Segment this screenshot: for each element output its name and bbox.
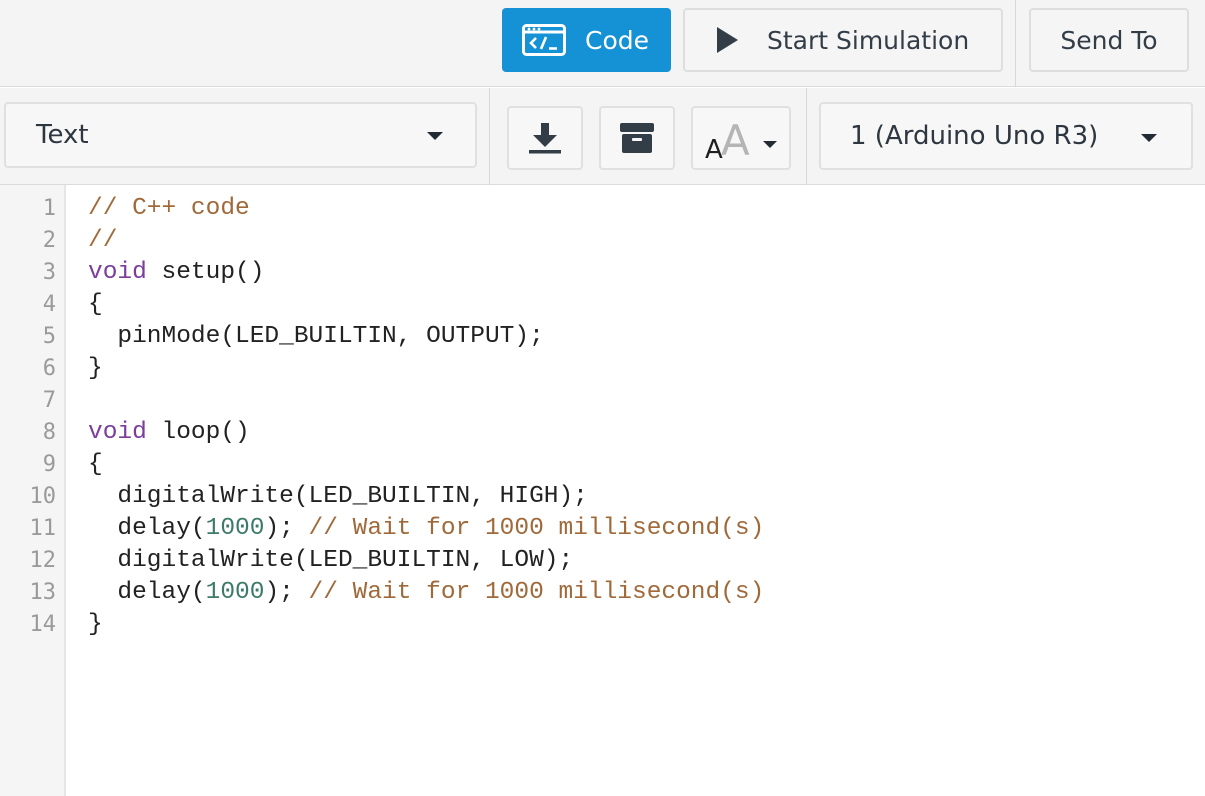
- start-simulation-button[interactable]: Start Simulation: [683, 8, 1003, 72]
- code-line[interactable]: void loop(): [88, 417, 250, 449]
- line-number: 10: [29, 484, 57, 509]
- code-token: loop(): [146, 419, 250, 446]
- code-token: // C++ code: [88, 195, 250, 222]
- line-number: 1: [42, 196, 56, 221]
- code-line[interactable]: //: [88, 225, 117, 257]
- line-number: 5: [42, 324, 56, 349]
- components-button[interactable]: [599, 106, 675, 170]
- code-token: pinMode(LED_BUILTIN, OUTPUT);: [88, 323, 544, 350]
- line-number: 6: [42, 356, 56, 381]
- components-box-icon: [618, 121, 656, 155]
- code-button[interactable]: Code: [502, 8, 671, 72]
- send-to-label: Send To: [1060, 25, 1158, 55]
- download-code-button[interactable]: [507, 106, 583, 170]
- code-button-label: Code: [585, 25, 650, 55]
- board-select[interactable]: 1 (Arduino Uno R3): [819, 102, 1193, 170]
- download-icon: [527, 121, 563, 155]
- font-size-icon: A A: [701, 115, 781, 161]
- code-token: void: [88, 259, 147, 286]
- play-icon: [715, 26, 739, 54]
- code-token: }: [88, 611, 103, 638]
- code-line[interactable]: }: [88, 353, 103, 385]
- font-size-button[interactable]: A A: [691, 106, 791, 170]
- code-line[interactable]: // C++ code: [88, 193, 250, 225]
- code-editor[interactable]: 1 2 3 4 5 6 7 8 9 10 11 12 13 14 // C++ code//void se…: [0, 185, 1205, 796]
- code-token: // Wait for 1000 millisecond(s): [308, 579, 765, 606]
- line-number: 3: [42, 260, 56, 285]
- chevron-down-icon: [1141, 134, 1157, 142]
- code-line[interactable]: {: [88, 289, 103, 321]
- code-line[interactable]: digitalWrite(LED_BUILTIN, HIGH);: [88, 481, 588, 513]
- code-token: );: [264, 579, 309, 606]
- header-divider: [1015, 0, 1016, 87]
- editor-mode-select[interactable]: Text: [4, 102, 477, 168]
- line-number: 14: [29, 612, 57, 637]
- line-number: 7: [42, 388, 56, 413]
- editor-toolbar: Text A A 1 (Arduino Uno R3): [0, 88, 1205, 185]
- code-token: );: [264, 515, 309, 542]
- code-line[interactable]: delay(1000); // Wait for 1000 millisecon…: [88, 577, 764, 609]
- code-token: 1000: [205, 515, 265, 542]
- code-token: void: [88, 419, 147, 446]
- code-token: }: [88, 355, 103, 382]
- line-number: 13: [29, 580, 57, 605]
- start-simulation-label: Start Simulation: [767, 25, 970, 55]
- code-token: //: [88, 227, 118, 254]
- svg-text:A: A: [721, 116, 750, 161]
- code-token: setup(): [146, 259, 265, 286]
- code-token: {: [88, 451, 103, 478]
- line-number: 9: [42, 452, 56, 477]
- line-number-gutter: 1 2 3 4 5 6 7 8 9 10 11 12 13 14: [0, 185, 66, 796]
- code-line[interactable]: {: [88, 449, 103, 481]
- code-token: // Wait for 1000 millisecond(s): [308, 515, 765, 542]
- code-line[interactable]: delay(1000); // Wait for 1000 millisecon…: [88, 513, 764, 545]
- editor-mode-value: Text: [36, 120, 89, 150]
- code-line[interactable]: pinMode(LED_BUILTIN, OUTPUT);: [88, 321, 544, 353]
- line-number: 8: [42, 420, 56, 445]
- chevron-down-icon: [427, 132, 443, 140]
- toolbar-divider-2: [806, 88, 807, 185]
- line-number: 12: [29, 548, 57, 573]
- line-number: 11: [29, 516, 57, 541]
- send-to-button[interactable]: Send To: [1029, 8, 1189, 72]
- toolbar-divider: [489, 88, 490, 185]
- code-token: delay(: [88, 515, 206, 542]
- svg-text:A: A: [705, 135, 723, 161]
- board-select-value: 1 (Arduino Uno R3): [850, 121, 1099, 151]
- code-line[interactable]: }: [88, 609, 103, 641]
- code-window-icon: [522, 24, 566, 56]
- code-token: {: [88, 291, 103, 318]
- code-line[interactable]: digitalWrite(LED_BUILTIN, LOW);: [88, 545, 573, 577]
- code-token: digitalWrite(LED_BUILTIN, HIGH);: [88, 483, 588, 510]
- line-number: 4: [42, 292, 56, 317]
- top-bar: Code Start Simulation Send To: [0, 0, 1205, 87]
- code-token: delay(: [88, 579, 206, 606]
- code-token: digitalWrite(LED_BUILTIN, LOW);: [88, 547, 574, 574]
- line-number: 2: [42, 228, 56, 253]
- code-token: 1000: [205, 579, 265, 606]
- code-line[interactable]: void setup(): [88, 257, 264, 289]
